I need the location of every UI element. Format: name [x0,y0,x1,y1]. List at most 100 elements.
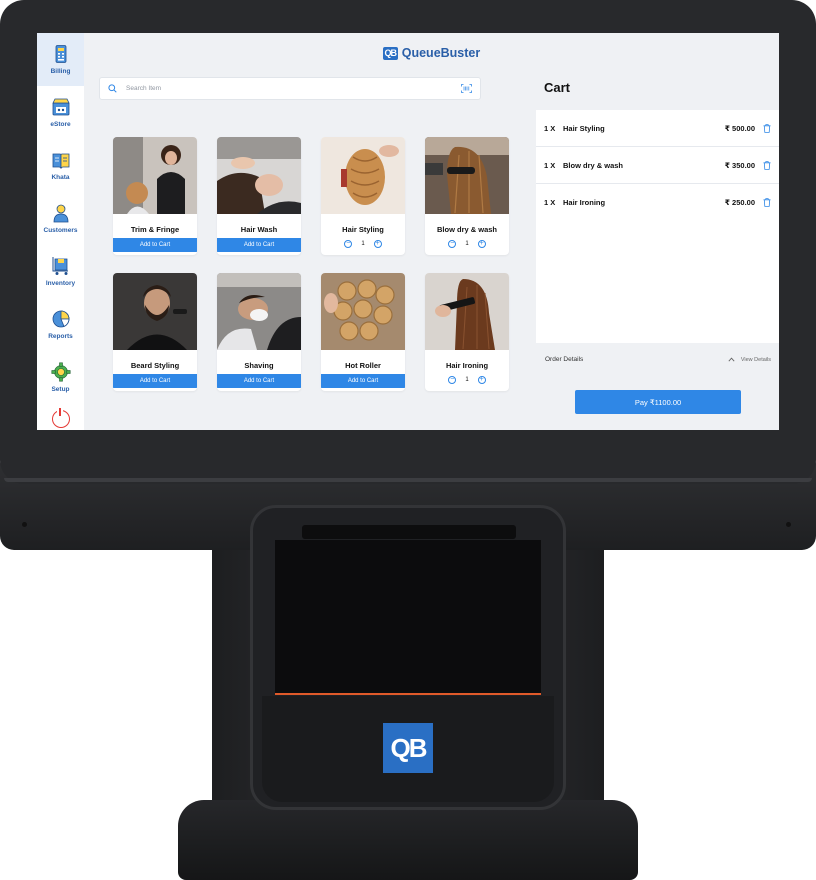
decrement-button[interactable]: − [448,240,457,248]
quantity-value: 1 [465,377,469,383]
sidebar-item-khata[interactable]: Khata [37,139,84,192]
pay-button[interactable]: Pay ₹1100.00 [575,390,741,414]
search-icon [108,84,117,93]
product-name: Hair Ironing [445,361,489,370]
trash-icon[interactable] [763,123,771,133]
sidebar-item-label: Setup [51,386,70,393]
product-name: Shaving [244,361,274,370]
sidebar-item-inventory[interactable]: Inventory [37,245,84,298]
cart-title: Cart [536,33,779,110]
product-name: Hair Styling [342,225,384,234]
product-photo [321,137,405,214]
product-card-hair-ironing[interactable]: Hair Ironing − 1 + [425,273,509,391]
product-photo [425,137,509,214]
cart-item-price: ₹ 500.00 [724,123,755,133]
quantity-stepper: − 1 + [321,240,405,248]
sidebar-item-label: Customers [43,227,78,234]
cart-item[interactable]: 1 X Hair Styling ₹ 500.00 [536,110,779,147]
decrement-button[interactable]: − [344,240,353,248]
add-to-cart-button[interactable]: Add to Cart [113,238,197,252]
add-to-cart-button[interactable]: Add to Cart [321,374,405,388]
sidebar-item-label: Khata [51,174,70,181]
device-logo: QB [383,723,433,773]
estore-icon [51,98,70,116]
product-card-hair-wash[interactable]: Hair Wash Add to Cart [217,137,301,255]
decrement-button[interactable]: − [448,376,457,384]
printer-slot [302,525,516,539]
barcode-scan-icon[interactable] [461,84,472,93]
quantity-value: 1 [465,241,469,247]
customers-icon [53,204,68,223]
pos-screen: Billing eStore Khata Customers Inventory… [37,33,779,430]
khata-icon [52,153,69,169]
sidebar-item-customers[interactable]: Customers [37,192,84,245]
product-card-blow-dry-wash[interactable]: Blow dry & wash − 1 + [425,137,509,255]
increment-button[interactable]: + [477,240,486,248]
product-name: Hair Wash [240,225,278,234]
product-card-hair-styling[interactable]: Hair Styling − 1 + [321,137,405,255]
sidebar-item-setup[interactable]: Setup [37,351,84,404]
product-card-hot-roller[interactable]: Hot Roller Add to Cart [321,273,405,391]
product-name: Blow dry & wash [436,225,497,234]
sidebar: Billing eStore Khata Customers Inventory… [37,33,84,430]
product-name: Trim & Fringe [130,225,180,234]
product-photo [321,273,405,350]
product-photo [113,137,197,214]
view-details-label: View Details [740,356,771,363]
inventory-icon [52,257,68,275]
product-grid: Trim & Fringe Add to Cart Hair Wash Add … [113,137,509,391]
setup-icon [51,362,70,382]
sidebar-item-billing[interactable]: Billing [37,33,84,86]
sidebar-item-label: Billing [50,68,71,75]
increment-button[interactable]: + [477,376,486,384]
billing-icon [55,45,66,63]
cart-item-name: Hair Ironing [563,198,606,207]
product-name: Beard Styling [130,361,180,370]
order-summary: Order Details View Details Pay ₹1100.00 [536,343,779,430]
product-photo [113,273,197,350]
trash-icon[interactable] [763,198,771,207]
cart-item-price: ₹ 350.00 [724,160,755,170]
search-bar [99,77,481,100]
product-photo [425,273,509,350]
cart-item-name: Hair Styling [563,123,605,133]
reports-icon [52,310,69,328]
search-input[interactable] [126,85,461,92]
cart-item-qty: 1 X [544,160,556,170]
add-to-cart-button[interactable]: Add to Cart [217,238,301,252]
order-details-label: Order Details [545,356,584,363]
sidebar-item-reports[interactable]: Reports [37,298,84,351]
cart-item-name: Blow dry & wash [563,160,624,170]
increment-button[interactable]: + [373,240,382,248]
product-card-shaving[interactable]: Shaving Add to Cart [217,273,301,391]
product-name: Hot Roller [345,361,381,370]
cart-panel: Cart 1 X Hair Styling ₹ 500.00 1 X Blow … [536,33,779,430]
quantity-value: 1 [361,241,365,247]
device-base [178,800,638,880]
billing-main: QB QueueBuster Search Item Trim & Fringe… [84,33,574,430]
quantity-stepper: − 1 + [425,376,509,384]
cart-item[interactable]: 1 X Hair Ironing ₹ 250.00 [536,184,779,221]
brand-name: QueueBuster [401,46,481,60]
cart-item-qty: 1 X [544,123,556,133]
product-card-trim-fringe[interactable]: Trim & Fringe Add to Cart [113,137,197,255]
view-details-toggle[interactable]: View Details [728,357,771,363]
sidebar-item-label: Reports [48,333,73,340]
cart-item[interactable]: 1 X Blow dry & wash ₹ 350.00 [536,147,779,184]
sidebar-item-label: Inventory [45,280,76,287]
product-photo [217,137,301,214]
trash-icon[interactable] [763,160,771,170]
add-to-cart-button[interactable]: Add to Cart [217,374,301,388]
chevron-up-icon [728,357,735,362]
brand-logo-icon: QB [382,46,398,60]
product-photo [217,273,301,350]
product-card-beard-styling[interactable]: Beard Styling Add to Cart [113,273,197,391]
printer-door [275,540,541,695]
cart-item-price: ₹ 250.00 [724,198,755,207]
sidebar-item-estore[interactable]: eStore [37,86,84,139]
quantity-stepper: − 1 + [425,240,509,248]
cart-item-qty: 1 X [544,198,556,207]
add-to-cart-button[interactable]: Add to Cart [113,374,197,388]
power-icon[interactable] [51,408,70,428]
sidebar-item-label: eStore [50,121,71,128]
